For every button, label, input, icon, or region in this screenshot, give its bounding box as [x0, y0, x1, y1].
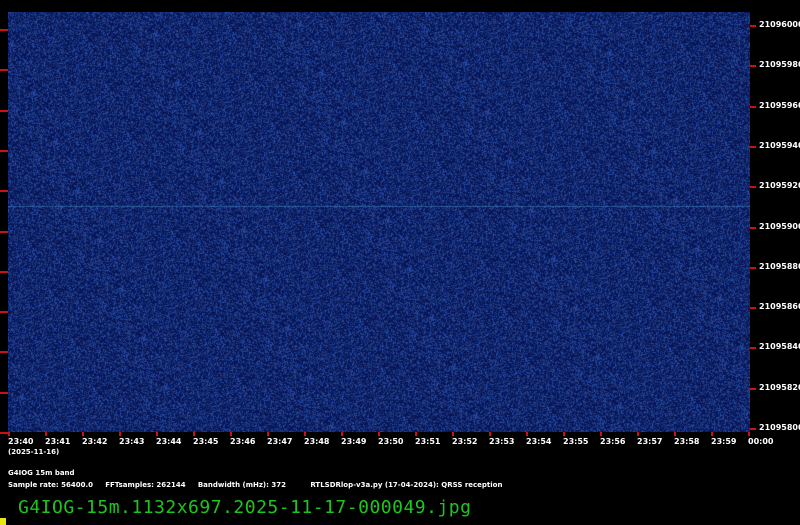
time-tick [452, 432, 454, 436]
time-tick [82, 432, 84, 436]
time-label: 23:49 [341, 437, 367, 446]
frequency-tick-right [750, 428, 756, 430]
frequency-label: 21096000 [759, 20, 800, 29]
time-tick [156, 432, 158, 436]
time-label: 23:51 [415, 437, 441, 446]
frequency-tick-left [0, 432, 8, 434]
time-label: 23:57 [637, 437, 663, 446]
frequency-label: 21095860 [759, 302, 800, 312]
frequency-label: 21095880 [759, 261, 800, 271]
time-tick [748, 432, 750, 436]
time-label: 23:44 [156, 437, 182, 446]
frequency-tick-left [0, 351, 8, 354]
sample-rate: Sample rate: 56400.0 [8, 481, 94, 489]
frequency-tick-left [0, 391, 8, 394]
station-label: G4IOG 15m band [8, 469, 75, 477]
time-label: 23:50 [378, 437, 404, 446]
time-label: 23:47 [267, 437, 293, 446]
time-label: 23:55 [563, 437, 589, 446]
frequency-tick-right [750, 105, 756, 108]
frequency-tick-right [750, 266, 756, 269]
time-tick [526, 432, 528, 436]
time-label: 23:45 [193, 437, 219, 446]
time-label: 23:59 [711, 437, 737, 446]
frequency-tick-left [0, 311, 8, 314]
time-label: 23:53 [489, 437, 515, 446]
time-label: 23:56 [600, 437, 626, 446]
time-label: 23:46 [230, 437, 256, 446]
time-tick [45, 432, 47, 436]
frequency-label: 21095980 [759, 60, 800, 70]
time-tick [304, 432, 306, 436]
time-tick [415, 432, 417, 436]
date-label: (2025-11-16) [8, 448, 60, 456]
frequency-label: 21095900 [759, 221, 800, 231]
frequency-label: 21095920 [759, 181, 800, 191]
spectrogram-display [8, 12, 750, 432]
software-info: RTLSDRlop-v3a.py (17-04-2024): QRSS rece… [310, 481, 503, 489]
frequency-tick-left [0, 270, 8, 273]
time-tick [674, 432, 676, 436]
time-label: 23:54 [526, 437, 552, 446]
time-label: 00:00 [748, 437, 774, 446]
time-tick [267, 432, 269, 436]
frequency-tick-left [0, 230, 8, 233]
frequency-label: 21095820 [759, 382, 800, 392]
time-label: 23:42 [82, 437, 108, 446]
frequency-tick-left [0, 109, 8, 112]
time-tick [600, 432, 602, 436]
frequency-tick-right [750, 226, 756, 229]
time-label: 23:52 [452, 437, 478, 446]
frequency-tick-right [750, 307, 756, 310]
time-label: 23:58 [674, 437, 700, 446]
time-tick [637, 432, 639, 436]
info-line: Sample rate: 56400.0 FFTsamples: 262144 … [8, 480, 502, 490]
time-tick [341, 432, 343, 436]
time-tick [563, 432, 565, 436]
time-label: 23:41 [45, 437, 71, 446]
frequency-label: 21095960 [759, 100, 800, 110]
time-tick [193, 432, 195, 436]
time-label: 23:40 [8, 437, 34, 446]
fft-samples: FFTsamples: 262144 [105, 481, 186, 489]
time-tick [119, 432, 121, 436]
time-label: 23:43 [119, 437, 145, 446]
frequency-tick-right [750, 25, 756, 27]
time-tick [8, 432, 10, 436]
frequency-label: 21095940 [759, 140, 800, 150]
time-tick [230, 432, 232, 436]
text-cursor [0, 518, 6, 525]
frequency-tick-right [750, 186, 756, 189]
frequency-tick-right [750, 347, 756, 350]
frequency-tick-right [750, 65, 756, 68]
frequency-label: 21095840 [759, 342, 800, 352]
frequency-tick-left [0, 190, 8, 193]
time-tick [489, 432, 491, 436]
bandwidth: Bandwidth (mHz): 372 [197, 481, 286, 489]
filename-label: G4IOG-15m.1132x697.2025-11-17-000049.jpg [18, 497, 472, 518]
time-label: 23:48 [304, 437, 330, 446]
frequency-tick-left [0, 149, 8, 152]
time-tick [711, 432, 713, 436]
frequency-label: 21095800 [759, 423, 800, 432]
frequency-tick-left [0, 29, 8, 31]
frequency-tick-left [0, 69, 8, 72]
frequency-tick-right [750, 387, 756, 390]
time-tick [378, 432, 380, 436]
frequency-tick-right [750, 145, 756, 148]
